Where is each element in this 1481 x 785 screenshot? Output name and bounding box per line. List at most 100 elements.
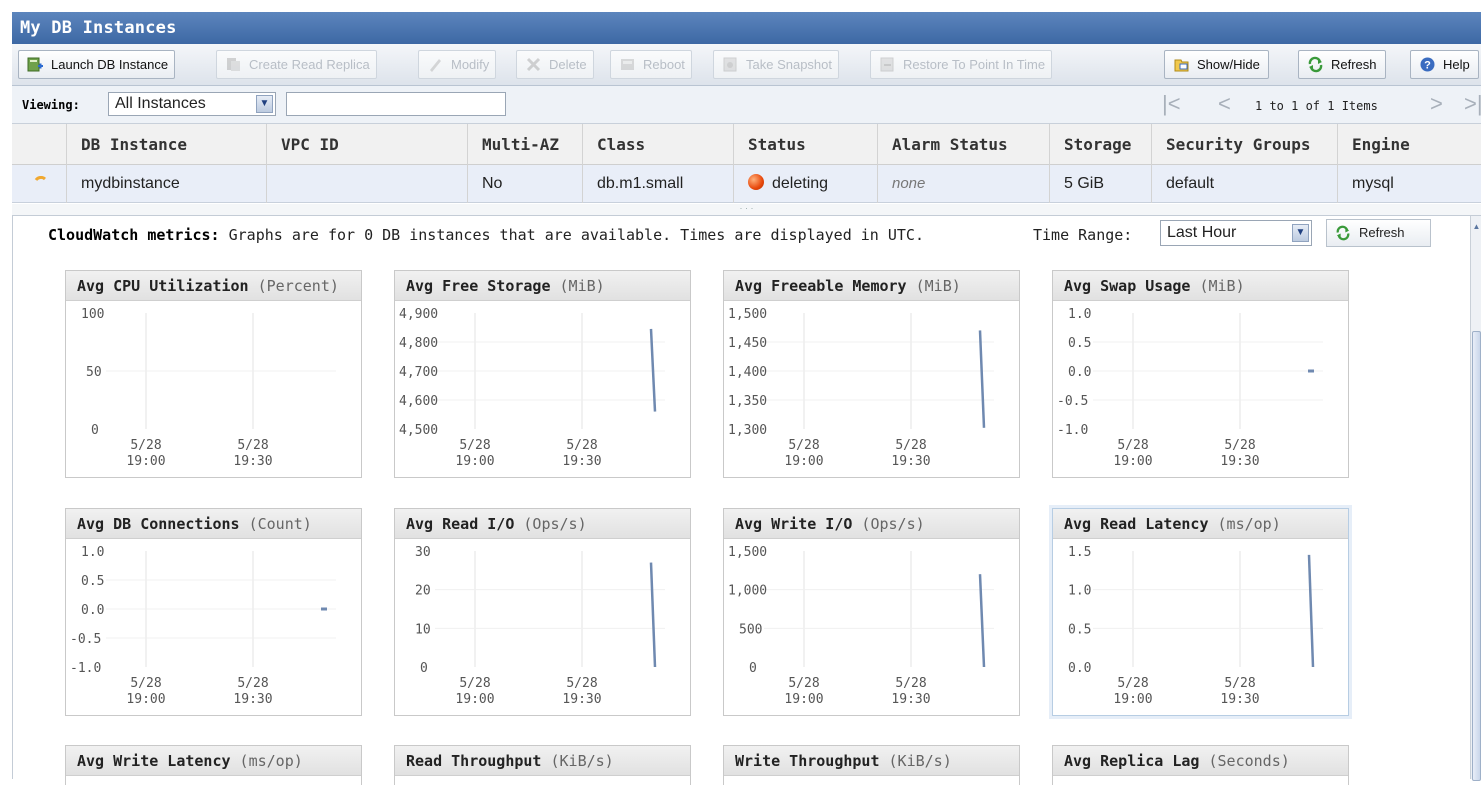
y-tick-label: 30 [415,545,431,560]
column-header-alarm-status[interactable]: Alarm Status [877,124,1049,165]
metric-card-avg-replica-lag[interactable]: Avg Replica Lag (Seconds) [1052,745,1349,785]
table-row[interactable]: mydbinstance No db.m1.small deleting non… [12,165,1481,203]
cloudwatch-summary: CloudWatch metrics: Graphs are for 0 DB … [48,226,924,244]
first-page-icon[interactable]: |< [1162,93,1181,115]
chevron-down-icon: ▼ [256,95,273,113]
reboot-label: Reboot [643,57,685,72]
spinner-icon [34,175,47,182]
metric-card-avg-db-connections[interactable]: Avg DB Connections (Count) 1.0 0.5 0.0 -0.5 -… [65,508,362,716]
metric-title: Read Throughput (KiB/s) [395,746,690,776]
y-tick-label: 1,450 [728,336,767,351]
column-selector [12,124,66,165]
x-tick-time: 19:30 [562,692,601,707]
x-tick-date: 5/28 [130,438,161,453]
y-tick-label: 0 [420,661,428,676]
y-tick-label: 4,700 [399,365,438,380]
y-tick-label: -1.0 [70,661,101,676]
help-icon: ? [1420,57,1435,72]
last-page-icon[interactable]: >| [1464,93,1481,115]
column-header-class[interactable]: Class [582,124,733,165]
cloudwatch-text: Graphs are for 0 DB instances that are a… [228,226,924,244]
time-range-select[interactable]: Last Hour ▼ [1160,220,1312,246]
cell-status: deleting [733,165,877,203]
metric-card-avg-read-latency[interactable]: Avg Read Latency (ms/op) 1.5 1.0 0.5 0.0 5/28… [1052,508,1349,716]
delete-button[interactable]: Delete [516,50,594,79]
y-tick-label: 1,500 [728,545,767,560]
take-snapshot-button[interactable]: Take Snapshot [713,50,840,79]
series-line [978,330,986,428]
help-button[interactable]: ? Help [1410,50,1479,79]
viewing-select-value: All Instances [115,95,206,112]
column-header-status[interactable]: Status [733,124,877,165]
y-tick-label: 500 [739,622,762,637]
x-tick-time: 19:30 [891,454,930,469]
create-read-replica-button[interactable]: Create Read Replica [216,50,377,79]
column-header-db-instance[interactable]: DB Instance [66,124,266,165]
reboot-icon [621,59,634,70]
column-header-security-groups[interactable]: Security Groups [1151,124,1337,165]
refresh-icon [1336,225,1350,241]
metric-card-write-throughput[interactable]: Write Throughput (KiB/s) [723,745,1020,785]
column-header-multi-az[interactable]: Multi-AZ [467,124,582,165]
cell-multi-az: No [467,165,582,203]
column-header-engine[interactable]: Engine [1337,124,1467,165]
help-label: Help [1443,57,1470,72]
refresh-icon [1308,56,1323,73]
metric-card-avg-cpu-utilization[interactable]: Avg CPU Utilization (Percent) 100 50 0 5/28 1… [65,270,362,478]
y-tick-label: 0.0 [1068,661,1091,676]
x-tick-time: 19:30 [562,454,601,469]
replica-icon [227,58,240,71]
restore-icon [880,57,894,72]
metric-title: Avg Replica Lag (Seconds) [1053,746,1348,776]
y-tick-label: 0.0 [81,603,104,618]
x-tick-time: 19:30 [891,692,930,707]
metric-card-avg-swap-usage[interactable]: Avg Swap Usage (MiB) 1.0 0.5 0.0 -0.5 -1.0 5/2… [1052,270,1349,478]
metric-title-text: Avg CPU Utilization [77,277,249,295]
series-line [649,328,657,412]
metric-title-text: Avg Read Latency [1064,515,1209,533]
metric-card-avg-free-storage[interactable]: Avg Free Storage (MiB) 4,900 4,800 4,700 4,6… [394,270,691,478]
refresh-button[interactable]: Refresh [1298,50,1386,79]
metric-chart: 4,9004,8004,7004,6004,5005/2819:005/2819… [399,307,665,469]
metric-card-avg-read-i-o[interactable]: Avg Read I/O (Ops/s) 30 20 10 0 5/28 19:00 5/28… [394,508,691,716]
metrics-refresh-button[interactable]: Refresh [1326,219,1431,247]
x-tick-date: 5/28 [788,438,819,453]
metric-unit: (MiB) [906,277,961,295]
column-header-storage[interactable]: Storage [1049,124,1151,165]
metric-chart: 30201005/2819:005/2819:30 [415,545,665,707]
launch-db-instance-button[interactable]: Launch DB Instance [18,50,176,79]
x-tick-time: 19:00 [126,692,165,707]
metric-card-avg-write-latency[interactable]: Avg Write Latency (ms/op) [65,745,362,785]
metric-title-text: Write Throughput [735,752,880,770]
metric-card-avg-write-i-o[interactable]: Avg Write I/O (Ops/s) 1,500 1,000 500 0 5/28 1… [723,508,1020,716]
viewing-select[interactable]: All Instances ▼ [108,92,276,116]
y-tick-label: 0 [91,423,99,438]
metric-chart: 1.51.00.50.05/2819:005/2819:30 [1068,545,1323,707]
scrollbar-thumb[interactable] [1472,331,1481,781]
row-selector[interactable] [12,165,66,203]
next-page-icon[interactable]: > [1430,93,1443,115]
launch-db-instance-label: Launch DB Instance [51,57,169,72]
previous-page-icon[interactable]: < [1218,93,1231,115]
scroll-up-icon[interactable]: ▲ [1472,222,1481,234]
x-tick-date: 5/28 [895,676,926,691]
column-header-vpc-id[interactable]: VPC ID [266,124,467,165]
metric-card-avg-freeable-memory[interactable]: Avg Freeable Memory (MiB) 1,500 1,450 1,400… [723,270,1020,478]
y-tick-label: 0.5 [81,574,104,589]
vertical-scrollbar[interactable]: ▲ [1470,216,1481,781]
metric-chart: 1.00.50.0-0.5-1.05/2819:005/2819:30 [1057,307,1323,469]
metric-card-read-throughput[interactable]: Read Throughput (KiB/s) [394,745,691,785]
show-hide-button[interactable]: Show/Hide [1164,50,1269,79]
cloudwatch-label: CloudWatch metrics: [48,226,220,244]
modify-button[interactable]: Modify [418,50,497,79]
y-tick-label: 0 [749,661,757,676]
metric-unit: (KiB/s) [879,752,952,770]
create-read-replica-label: Create Read Replica [249,57,370,72]
filter-input[interactable] [286,92,506,116]
y-tick-label: 4,600 [399,394,438,409]
panel-splitter[interactable]: · · · [12,204,1481,216]
metric-title: Write Throughput (KiB/s) [724,746,1019,776]
metric-title: Avg DB Connections (Count) [66,509,361,539]
reboot-button[interactable]: Reboot [610,50,692,79]
restore-to-point-in-time-button[interactable]: Restore To Point In Time [870,50,1053,79]
